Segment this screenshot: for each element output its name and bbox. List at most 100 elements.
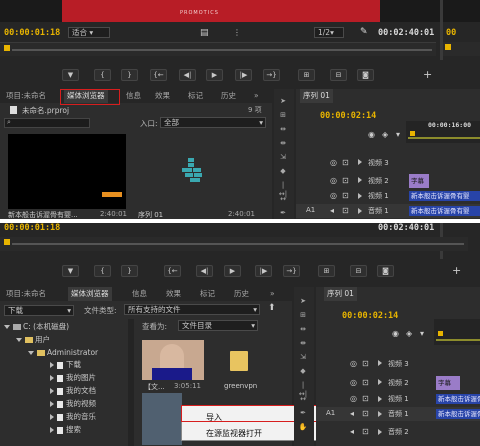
source-timecode[interactable]: 00:00:01:18 — [4, 223, 60, 233]
rate-tool-icon[interactable]: ⇲ — [278, 153, 288, 162]
speaker-icon[interactable]: ◂ — [350, 427, 354, 436]
eye-icon[interactable]: ◎ — [350, 359, 357, 368]
expand-icon[interactable] — [358, 193, 362, 199]
tab-markers[interactable]: 标记 — [188, 89, 203, 103]
tab-sequence[interactable]: 序列 01 — [324, 287, 357, 301]
insert-icon[interactable]: ⊞ — [318, 265, 335, 277]
tree-item-drive[interactable]: C: (本机磁盘) — [4, 321, 69, 332]
expand-icon[interactable] — [358, 177, 362, 183]
rolling-tool-icon[interactable]: ⇼ — [278, 139, 288, 148]
tree-item-pictures[interactable]: 我的图片 — [50, 372, 96, 383]
program-scrub-bar[interactable] — [443, 42, 480, 56]
sequence-thumbnail[interactable] — [136, 134, 264, 209]
bracket-out-icon[interactable]: } — [121, 69, 138, 81]
tabs-overflow-icon[interactable]: » — [270, 287, 275, 301]
tab-project[interactable]: 项目:未命名 — [6, 287, 46, 301]
caption-clip[interactable]: 字幕 — [436, 376, 460, 390]
lock-icon[interactable]: ⊡ — [362, 378, 369, 387]
track-select-tool-icon[interactable]: ⊞ — [278, 111, 288, 120]
rate-tool-icon[interactable]: ⇲ — [298, 353, 308, 362]
goto-in-icon[interactable]: {← — [164, 265, 181, 277]
video-clip[interactable]: 新本般击诉渥骨 — [436, 394, 480, 404]
hand-tool-icon[interactable]: ✋ — [298, 423, 308, 432]
goto-out-icon[interactable]: →} — [263, 69, 280, 81]
tree-item-users[interactable]: 用户 — [16, 334, 50, 345]
overwrite-icon[interactable]: ⊟ — [350, 265, 367, 277]
menu-item-open-in-source[interactable]: 在源监视器打开 — [206, 428, 262, 439]
tab-media-browser[interactable]: 媒体浏览器 — [68, 287, 112, 301]
slide-tool-icon[interactable]: ↔ — [298, 395, 308, 404]
program-playhead-icon[interactable] — [445, 44, 451, 50]
selection-tool-icon[interactable]: ➤ — [278, 97, 288, 106]
tree-item-administrator[interactable]: Administrator — [28, 347, 98, 358]
tab-effects[interactable]: 效果 — [166, 287, 181, 301]
ripple-tool-icon[interactable]: ⇹ — [278, 125, 288, 134]
mark-in-icon[interactable]: ▼ — [62, 69, 79, 81]
step-forward-icon[interactable]: |▶ — [255, 265, 272, 277]
track-target-label[interactable]: A1 — [326, 409, 335, 417]
razor-tool-icon[interactable]: ◆ — [278, 167, 288, 176]
play-icon[interactable]: ▶ — [224, 265, 241, 277]
add-marker-icon[interactable]: ▾ — [420, 329, 424, 338]
expand-icon[interactable] — [378, 396, 382, 402]
goto-in-icon[interactable]: {← — [150, 69, 167, 81]
tab-sequence[interactable]: 序列 01 — [300, 89, 333, 103]
bracket-in-icon[interactable]: { — [94, 265, 111, 277]
eye-icon[interactable]: ◎ — [330, 158, 337, 167]
add-button-icon[interactable]: + — [423, 68, 432, 81]
timeline-ruler[interactable]: 00:00:16:00 — [406, 121, 480, 143]
audio-clip[interactable]: 新本般击诉渥骨有婴 — [409, 206, 480, 216]
video-thumbnail[interactable] — [142, 340, 204, 380]
upload-arrow-icon[interactable]: ⬆ — [268, 303, 276, 313]
playhead-icon[interactable] — [410, 131, 415, 136]
tab-info[interactable]: 信息 — [126, 89, 141, 103]
wrench-icon[interactable]: ✎ — [360, 27, 368, 37]
program-zoom-select[interactable]: 1/2▾ — [314, 27, 344, 38]
view-as-select[interactable]: 文件目录 ▾ — [178, 320, 258, 331]
pen-tool-icon[interactable]: ✒ — [278, 209, 288, 218]
tab-effects[interactable]: 效果 — [155, 89, 170, 103]
rolling-tool-icon[interactable]: ⇼ — [298, 339, 308, 348]
goto-out-icon[interactable]: →} — [283, 265, 300, 277]
play-icon[interactable]: ▶ — [206, 69, 223, 81]
source-playhead-icon[interactable] — [4, 45, 10, 51]
lock-icon[interactable]: ⊡ — [342, 176, 349, 185]
tab-project[interactable]: 项目:未命名 — [6, 89, 46, 103]
tab-history[interactable]: 历史 — [234, 287, 249, 301]
second-thumbnail[interactable] — [142, 393, 182, 445]
tab-history[interactable]: 历史 — [221, 89, 236, 103]
pen-tool-icon[interactable]: ✒ — [298, 409, 308, 418]
entry-select[interactable]: 全部 ▾ — [160, 117, 266, 128]
clip-thumbnail[interactable] — [8, 134, 126, 209]
expand-icon[interactable] — [378, 379, 382, 385]
source-timecode[interactable]: 00:00:01:18 — [4, 28, 60, 38]
speaker-icon[interactable]: ◂ — [330, 206, 334, 215]
expand-icon[interactable] — [378, 360, 382, 366]
ripple-tool-icon[interactable]: ⇹ — [298, 325, 308, 334]
source-scrub-bar[interactable] — [0, 237, 468, 251]
expand-icon[interactable] — [358, 208, 362, 214]
insert-icon[interactable]: ⊞ — [298, 69, 315, 81]
step-back-icon[interactable]: ◀| — [179, 69, 196, 81]
lock-icon[interactable]: ⊡ — [362, 427, 369, 436]
tree-scrollbar[interactable] — [128, 319, 134, 446]
source-playhead-icon[interactable] — [4, 239, 10, 245]
bracket-in-icon[interactable]: { — [94, 69, 111, 81]
film-icon[interactable]: ▤ — [200, 28, 209, 38]
lock-icon[interactable]: ⊡ — [362, 409, 369, 418]
tabs-overflow-icon[interactable]: » — [254, 89, 259, 103]
razor-tool-icon[interactable]: ◆ — [298, 367, 308, 376]
project-search-input[interactable]: ⌕ — [4, 118, 90, 128]
overwrite-icon[interactable]: ⊟ — [330, 69, 347, 81]
lock-icon[interactable]: ⊡ — [362, 394, 369, 403]
eye-icon[interactable]: ◎ — [350, 378, 357, 387]
tree-item-videos[interactable]: 我的视频 — [50, 398, 96, 409]
tab-markers[interactable]: 标记 — [200, 287, 215, 301]
location-select[interactable]: 下载 ▾ — [4, 305, 74, 316]
add-button-icon[interactable]: + — [452, 264, 461, 277]
bracket-out-icon[interactable]: } — [121, 265, 138, 277]
selection-tool-icon[interactable]: ➤ — [298, 297, 308, 306]
folder-icon[interactable] — [230, 351, 248, 371]
audio-clip[interactable]: 新本般击诉渥骨 — [436, 409, 480, 419]
file-type-select[interactable]: 所有支持的文件 ▾ — [124, 304, 260, 315]
